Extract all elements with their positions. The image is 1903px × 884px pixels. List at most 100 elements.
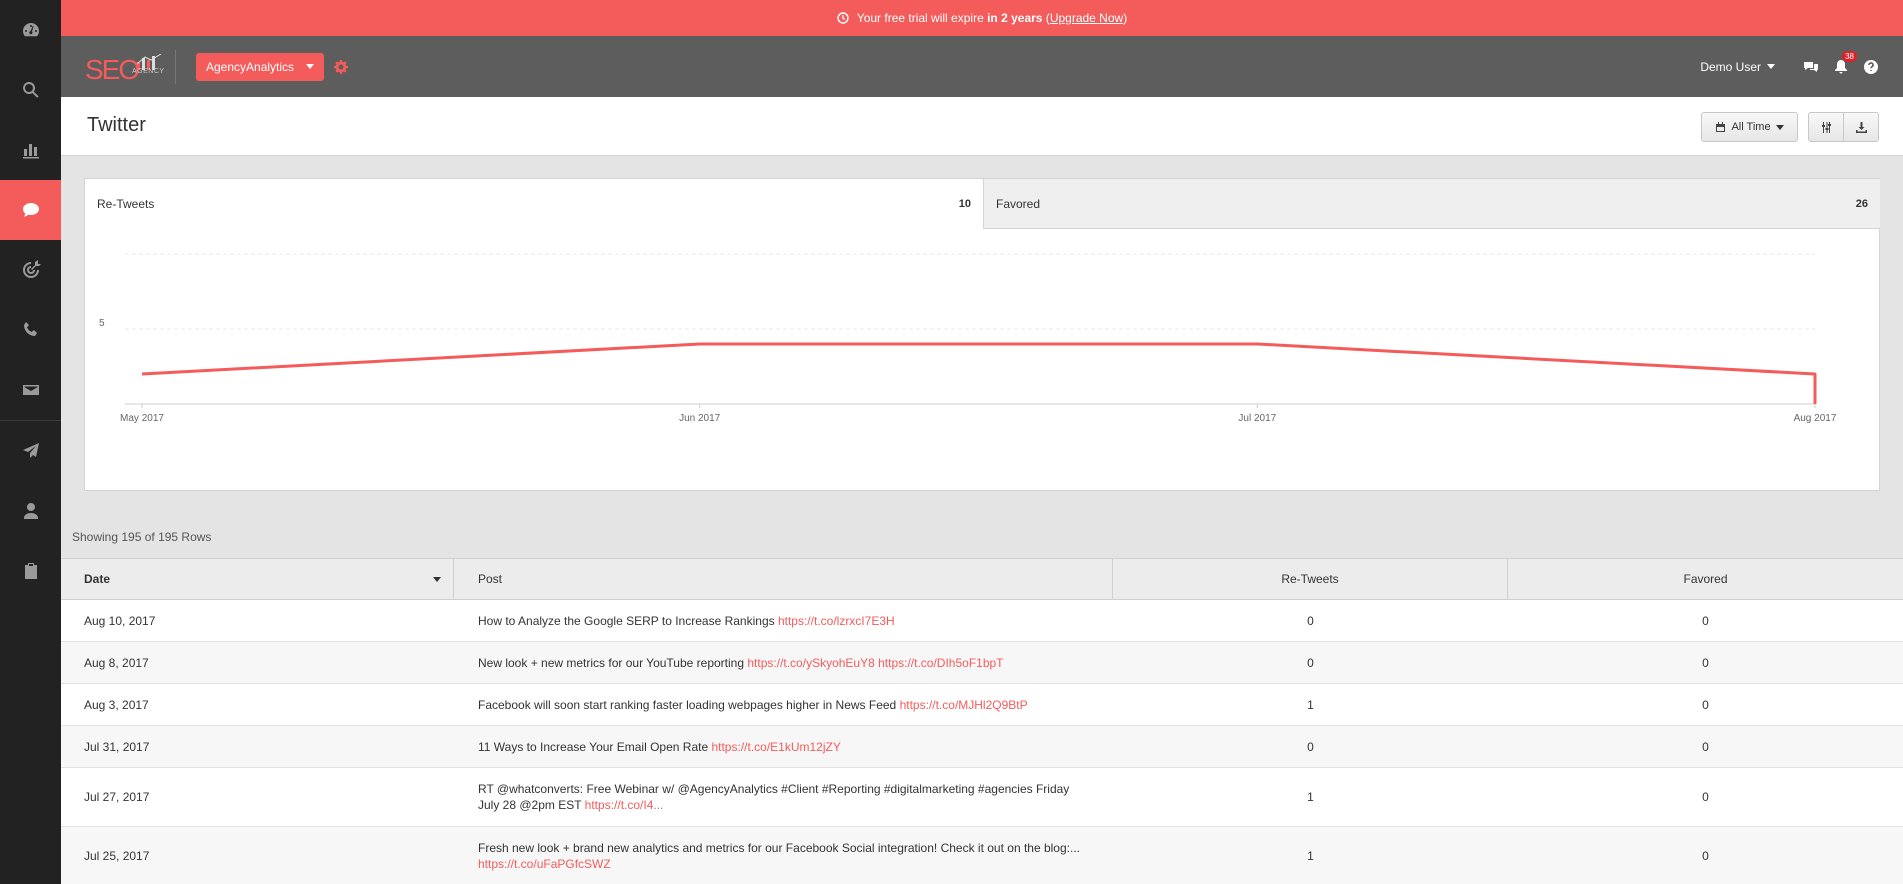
table-header: Date Post Re-Tweets Favored — [61, 558, 1903, 600]
sidebar-item-campaigns[interactable] — [0, 421, 61, 481]
user-name: Demo User — [1700, 59, 1761, 74]
target-icon — [22, 260, 41, 278]
sidebar-item-email[interactable] — [0, 360, 61, 420]
table-body: Aug 10, 2017 How to Analyze the Google S… — [61, 600, 1903, 884]
column-label: Date — [84, 572, 111, 586]
post-link[interactable]: https://t.co/MJHl2Q9BtP — [900, 698, 1028, 712]
filter-settings-button[interactable] — [1808, 112, 1844, 142]
tab-retweets[interactable]: Re-Tweets 10 — [85, 179, 983, 229]
seo-agency-logo[interactable]: SEO AGENCY — [85, 50, 164, 85]
trial-text: Your free trial will expire in 2 years (… — [856, 11, 1128, 25]
chevron-down-icon — [1767, 64, 1775, 69]
phone-icon — [23, 322, 37, 336]
column-header-retweets[interactable]: Re-Tweets — [1113, 559, 1508, 599]
clipboard-check-icon — [24, 563, 37, 579]
rows-count: Showing 195 of 195 Rows — [72, 530, 212, 544]
sort-desc-icon — [433, 576, 441, 582]
sidebar-item-analytics[interactable] — [0, 120, 61, 180]
cell-post: New look + new metrics for our YouTube r… — [454, 642, 1113, 683]
download-button[interactable] — [1843, 112, 1879, 142]
cell-favored: 0 — [1702, 613, 1709, 628]
post-link[interactable]: https://t.co/ySkyohEuY8 https://t.co/DIh… — [747, 656, 1003, 670]
search-icon — [22, 82, 39, 98]
help-icon[interactable] — [1863, 59, 1879, 75]
cell-retweets: 1 — [1307, 790, 1314, 804]
gear-icon[interactable] — [334, 59, 349, 74]
cell-date: Aug 3, 2017 — [84, 697, 149, 712]
sidebar-item-mentions[interactable] — [0, 240, 61, 300]
navbar-divider — [175, 49, 176, 84]
top-navbar: SEO AGENCY AgencyAnalytics Demo User 38 — [61, 36, 1903, 97]
post-text: Facebook will soon start ranking faster … — [478, 697, 900, 712]
cell-date: Jul 25, 2017 — [84, 849, 150, 863]
tweets-table: Date Post Re-Tweets Favored Aug 10, 2017… — [61, 558, 1903, 884]
comment-icon — [22, 203, 39, 217]
cell-post: How to Analyze the Google SERP to Increa… — [454, 600, 1113, 641]
bell-icon[interactable]: 38 — [1833, 50, 1857, 75]
page-header: Twitter All Time — [61, 97, 1903, 156]
notification-count-badge: 38 — [1842, 50, 1857, 62]
cell-date: Aug 10, 2017 — [84, 613, 156, 628]
x-tick-label: Aug 2017 — [1794, 413, 1837, 424]
tab-label: Re-Tweets — [97, 197, 155, 211]
cell-favored: 0 — [1702, 739, 1709, 754]
post-text: 11 Ways to Increase Your Email Open Rate — [478, 739, 712, 754]
dashboard-gauge-icon — [22, 23, 39, 37]
sidebar-item-search[interactable] — [0, 60, 61, 120]
post-link[interactable]: https://t.co/lzrxcI7E3H — [778, 614, 895, 628]
column-header-date[interactable]: Date — [61, 559, 454, 599]
cell-retweets: 1 — [1307, 697, 1314, 712]
paper-plane-icon — [22, 443, 39, 458]
cell-date: Jul 27, 2017 — [84, 790, 150, 804]
cell-date: Jul 31, 2017 — [84, 739, 150, 754]
table-row: Jul 31, 2017 11 Ways to Increase Your Em… — [61, 726, 1903, 768]
chat-icon[interactable] — [1803, 59, 1819, 75]
upgrade-link[interactable]: Upgrade Now — [1050, 11, 1123, 25]
post-link[interactable]: https://t.co/E1kUm12jZY — [711, 740, 840, 754]
table-row: Aug 3, 2017 Facebook will soon start ran… — [61, 684, 1903, 726]
table-row: Jul 27, 2017 RT @whatconverts: Free Webi… — [61, 768, 1903, 827]
user-menu[interactable]: Demo User — [1700, 60, 1775, 74]
clock-icon — [837, 12, 849, 24]
column-header-post[interactable]: Post — [454, 559, 1113, 599]
column-header-favored[interactable]: Favored — [1508, 559, 1903, 599]
user-icon — [23, 503, 38, 519]
cell-favored: 0 — [1702, 697, 1709, 712]
post-link[interactable]: https://t.co/uFaPGfcSWZ — [478, 857, 611, 871]
download-icon — [1855, 121, 1867, 133]
post-text: How to Analyze the Google SERP to Increa… — [478, 613, 778, 628]
sidebar-item-social[interactable] — [0, 180, 61, 240]
cell-post: 11 Ways to Increase Your Email Open Rate… — [454, 726, 1113, 767]
series-line-retweets — [141, 342, 1817, 404]
logo-text: SEO — [85, 53, 140, 85]
post-link[interactable]: https://t.co/I4... — [585, 798, 664, 812]
sidebar-item-tasks[interactable] — [0, 541, 61, 601]
table-row: Jul 25, 2017 Fresh new look + brand new … — [61, 827, 1903, 884]
sidebar-item-calls[interactable] — [0, 300, 61, 360]
navbar-right: Demo User 38 — [1700, 36, 1879, 97]
post-text: Fresh new look + brand new analytics and… — [478, 841, 1080, 855]
tab-value: 26 — [1855, 197, 1868, 210]
post-text: New look + new metrics for our YouTube r… — [478, 655, 748, 670]
page-title: Twitter — [87, 114, 146, 136]
sidebar-item-dashboard[interactable] — [0, 0, 61, 60]
cell-favored: 0 — [1702, 849, 1709, 863]
date-range-dropdown[interactable]: All Time — [1701, 112, 1798, 142]
x-tick-label: Jul 2017 — [1238, 413, 1276, 424]
chevron-down-icon — [306, 64, 315, 69]
column-label: Favored — [1683, 572, 1728, 586]
agency-name: AgencyAnalytics — [206, 59, 295, 74]
column-label: Post — [478, 572, 503, 586]
cell-retweets: 0 — [1307, 739, 1314, 754]
x-tick-label: May 2017 — [120, 413, 164, 424]
sidebar-item-users[interactable] — [0, 481, 61, 541]
chart-card: Re-Tweets 10 Favored 26 5 May 2017 Jun 201… — [84, 178, 1880, 491]
tab-label: Favored — [996, 196, 1041, 211]
retweets-line-chart: 5 May 2017 Jun 2017 Jul 2017 Aug 2017 — [99, 253, 1837, 424]
sliders-icon — [1821, 121, 1831, 133]
calendar-icon — [1716, 121, 1726, 132]
cell-retweets: 0 — [1307, 613, 1314, 628]
tab-favored[interactable]: Favored 26 — [983, 179, 1880, 229]
cell-post: Fresh new look + brand new analytics and… — [454, 827, 1113, 884]
agency-dropdown[interactable]: AgencyAnalytics — [196, 52, 325, 81]
